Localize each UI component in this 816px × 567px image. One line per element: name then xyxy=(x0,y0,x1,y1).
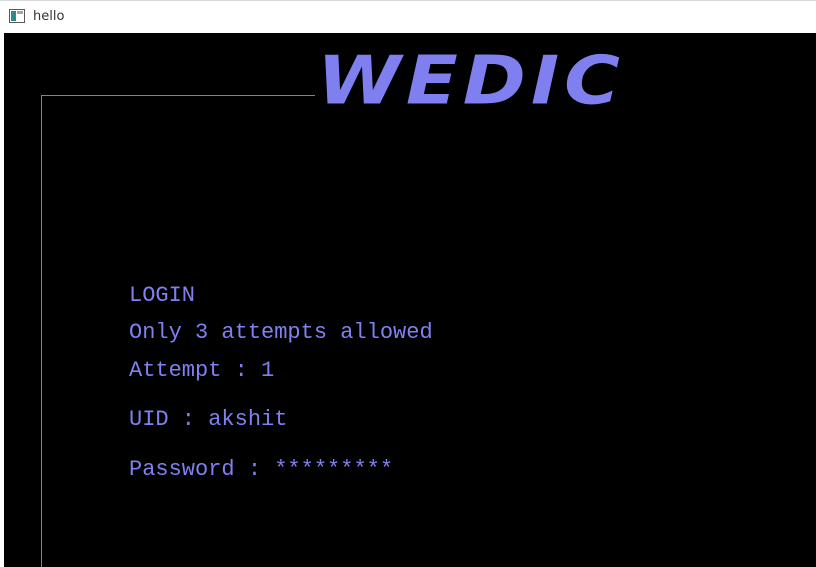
console-window: hello WEDIC LOGIN Only 3 attempts allowe… xyxy=(0,0,816,567)
uid-row: UID : akshit xyxy=(129,407,287,433)
attempts-note: Only 3 attempts allowed xyxy=(129,320,433,345)
attempt-counter: Attempt : 1 xyxy=(129,358,275,383)
password-input[interactable]: ********* xyxy=(274,457,393,482)
window-title: hello xyxy=(33,9,65,24)
console-area[interactable]: WEDIC LOGIN Only 3 attempts allowed Atte… xyxy=(4,33,816,567)
password-row: Password : ********* xyxy=(129,457,393,483)
frame-left-border xyxy=(41,95,42,567)
password-label: Password : xyxy=(129,457,275,482)
console-window-icon xyxy=(9,9,25,23)
frame-top-border xyxy=(41,95,315,96)
uid-input[interactable]: akshit xyxy=(208,407,287,432)
uid-label: UID : xyxy=(129,407,209,432)
app-banner: WEDIC xyxy=(317,40,625,120)
title-bar[interactable]: hello xyxy=(0,0,816,33)
login-heading: LOGIN xyxy=(129,283,196,308)
